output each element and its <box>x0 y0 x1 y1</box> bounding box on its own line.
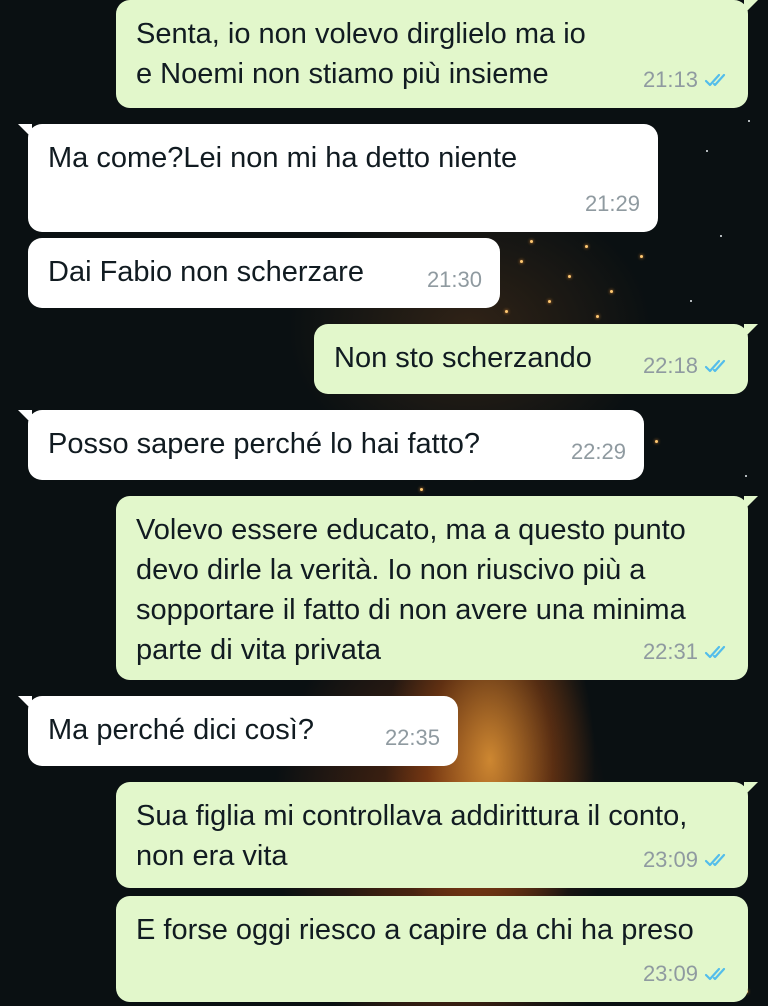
message-time: 22:31 <box>642 639 698 664</box>
message-text: E forse oggi riesco a capire da chi ha p… <box>136 914 694 946</box>
double-check-icon <box>704 645 726 659</box>
message-meta: 21:30 <box>427 260 482 300</box>
message-meta: 23:09 <box>643 840 730 880</box>
message-text: Ma perché dici così? <box>48 714 314 746</box>
message-time: 21:13 <box>642 67 698 92</box>
message-text: Volevo essere educato, ma a questo punto… <box>136 514 686 666</box>
message-text: Ma come?Lei non mi ha detto niente <box>48 142 518 174</box>
message-time: 22:35 <box>384 725 440 750</box>
double-check-icon <box>704 853 726 867</box>
double-check-icon <box>704 967 726 981</box>
message-meta: 21:13 <box>643 60 730 100</box>
message-incoming[interactable]: Ma perché dici così? 22:35 <box>18 696 458 766</box>
message-time: 21:30 <box>426 267 482 292</box>
message-outgoing[interactable]: Volevo essere educato, ma a questo punto… <box>116 496 758 680</box>
message-text: Senta, io non volevo dirglielo ma io e N… <box>136 18 586 90</box>
message-outgoing[interactable]: Senta, io non volevo dirglielo ma io e N… <box>116 0 758 108</box>
message-outgoing[interactable]: E forse oggi riesco a capire da chi ha p… <box>116 896 748 1002</box>
message-time: 22:18 <box>642 353 698 378</box>
message-meta: 22:29 <box>571 432 626 472</box>
message-time: 22:29 <box>570 439 626 464</box>
message-meta: 22:18 <box>643 346 730 386</box>
message-time: 21:29 <box>584 191 640 216</box>
message-outgoing[interactable]: Sua figlia mi controllava addirittura il… <box>116 782 758 888</box>
message-meta: 21:29 <box>585 184 640 224</box>
message-time: 23:09 <box>642 961 698 986</box>
message-meta: 23:09 <box>643 954 730 994</box>
message-text: Sua figlia mi controllava addirittura il… <box>136 800 688 872</box>
message-meta: 22:31 <box>643 632 730 672</box>
message-incoming[interactable]: Posso sapere perché lo hai fatto? 22:29 <box>18 410 644 480</box>
double-check-icon <box>704 73 726 87</box>
message-outgoing[interactable]: Non sto scherzando 22:18 <box>314 324 758 394</box>
message-incoming[interactable]: Ma come?Lei non mi ha detto niente 21:29 <box>18 124 658 232</box>
message-meta: 22:35 <box>385 718 440 758</box>
message-incoming[interactable]: Dai Fabio non scherzare 21:30 <box>28 238 500 308</box>
double-check-icon <box>704 359 726 373</box>
message-text: Dai Fabio non scherzare <box>48 256 364 288</box>
message-text: Posso sapere perché lo hai fatto? <box>48 428 481 460</box>
message-time: 23:09 <box>642 847 698 872</box>
